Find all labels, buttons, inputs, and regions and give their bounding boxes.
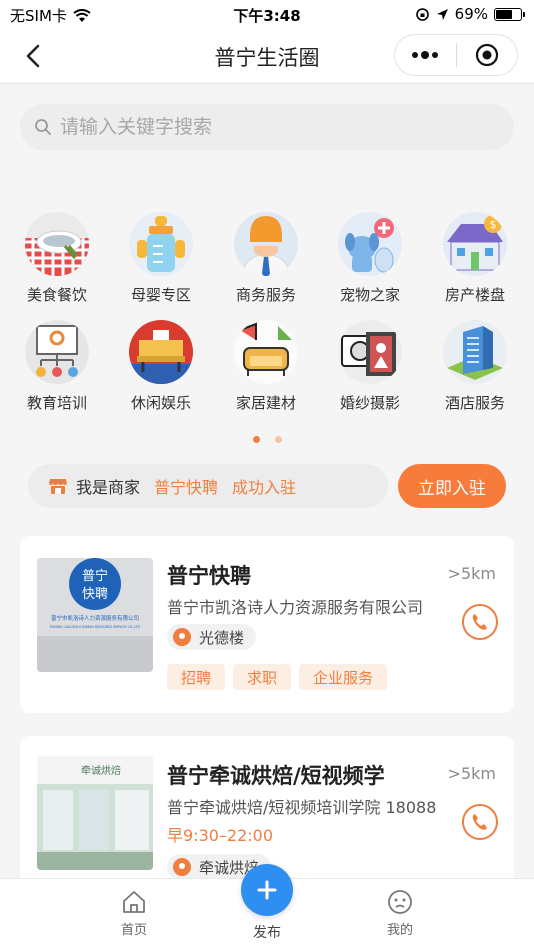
battery-fill <box>496 9 512 19</box>
merchant-highlight-status: 成功入驻 <box>232 478 297 497</box>
merchant-highlight-name: 普宁快聘 <box>154 478 219 497</box>
close-miniprogram-button[interactable] <box>457 35 518 75</box>
phone-icon <box>472 614 487 630</box>
location-pin-icon <box>173 858 191 876</box>
tab-mine[interactable]: 我的 <box>360 889 440 938</box>
tab-home[interactable]: 首页 <box>94 889 174 938</box>
category-housing[interactable]: $ 房产楼盘 <box>425 212 525 305</box>
business-icon <box>234 212 298 276</box>
more-dots-icon <box>412 51 439 59</box>
location-pin-icon <box>173 628 191 646</box>
call-button[interactable] <box>462 804 498 840</box>
listing-tags: 招聘 求职 企业服务 <box>167 664 388 690</box>
pager-dots <box>0 436 534 443</box>
nav-bar: 普宁生活圈 <box>0 28 534 84</box>
pager-dot[interactable] <box>274 436 282 443</box>
listing-distance: >5km <box>447 564 496 583</box>
thumb-sign: 牵诚烘焙 <box>81 764 121 777</box>
hotel-icon <box>443 320 507 384</box>
location-arrow-icon <box>436 8 448 20</box>
category-education[interactable]: 教育培训 <box>7 320 107 413</box>
publish-button[interactable] <box>241 864 293 916</box>
search-icon <box>35 119 51 135</box>
category-baby[interactable]: 母婴专区 <box>111 212 211 305</box>
status-bar: 无SIM卡 下午3:48 69% <box>0 0 534 28</box>
category-leisure[interactable]: 休闲娱乐 <box>111 320 211 413</box>
listing-location-text: 光德楼 <box>199 628 245 647</box>
listing-tag: 企业服务 <box>299 664 388 690</box>
miniprogram-capsule <box>394 34 518 76</box>
more-button[interactable] <box>395 35 456 75</box>
target-icon <box>475 43 498 67</box>
category-label: 母婴专区 <box>130 286 191 304</box>
tab-home-label: 首页 <box>120 923 147 938</box>
category-pet[interactable]: 宠物之家 <box>320 212 420 305</box>
listing-company: 普宁市凯洛诗人力资源服务有限公司 <box>167 598 424 617</box>
listing-thumbnail: 普宁 快聘 普宁市凯洛诗人力资源服务有限公司 PUNING CAILUOSHI … <box>37 558 153 672</box>
category-label: 商务服务 <box>235 286 296 304</box>
battery-icon <box>494 7 525 21</box>
search-bar[interactable] <box>20 104 514 150</box>
listing-thumbnail: 牵诚烘焙 <box>37 756 153 870</box>
battery-percent: 69% <box>454 5 488 23</box>
category-label: 婚纱摄影 <box>339 394 400 412</box>
food-icon <box>25 212 89 276</box>
listing-tag: 求职 <box>233 664 292 690</box>
home-icon <box>123 891 145 913</box>
merchant-banner: 我是商家 普宁快聘 成功入驻 立即入驻 <box>28 464 506 508</box>
camera-icon <box>338 320 402 384</box>
thumb-caption: 普宁市凯洛诗人力资源服务有限公司 <box>51 614 139 622</box>
search-input[interactable] <box>60 116 480 138</box>
svg-text:$: $ <box>490 218 497 231</box>
phone-icon <box>472 814 487 830</box>
category-home-building[interactable]: 家居建材 <box>216 320 316 413</box>
category-food[interactable]: 美食餐饮 <box>7 212 107 305</box>
education-icon <box>25 320 89 384</box>
listing-card[interactable]: 普宁 快聘 普宁市凯洛诗人力资源服务有限公司 PUNING CAILUOSHI … <box>20 536 514 713</box>
leisure-icon <box>129 320 193 384</box>
category-label: 美食餐饮 <box>26 286 87 304</box>
category-label: 酒店服务 <box>444 394 505 412</box>
listing-distance: >5km <box>447 764 496 783</box>
pet-icon <box>338 212 402 276</box>
status-right: 69% <box>415 5 525 23</box>
baby-bottle-icon <box>129 212 193 276</box>
thumb-text-1: 普宁 <box>82 568 108 584</box>
thumb-text-2: 快聘 <box>82 587 108 602</box>
orientation-lock-icon <box>415 7 429 21</box>
join-now-button[interactable]: 立即入驻 <box>398 464 506 508</box>
category-label: 休闲娱乐 <box>130 394 191 412</box>
call-button[interactable] <box>462 604 498 640</box>
listing-location[interactable]: 光德楼 <box>167 624 257 650</box>
merchant-label: 我是商家 <box>76 478 141 497</box>
house-icon: $ <box>443 212 507 276</box>
merchant-notice: 我是商家 普宁快聘 成功入驻 <box>28 464 388 508</box>
listing-company: 普宁牵诚烘焙/短视频培训学院 18088 <box>167 798 437 817</box>
category-label: 房产楼盘 <box>444 286 505 304</box>
tab-mine-label: 我的 <box>386 923 413 938</box>
listing-hours: 早9:30–22:00 <box>167 826 274 845</box>
thumb-caption-en: PUNING CAILUOSHI HUMAN RESOURCE SERVICE … <box>50 625 140 629</box>
shop-icon <box>49 479 67 494</box>
plus-icon <box>257 880 277 900</box>
category-business[interactable]: 商务服务 <box>216 212 316 305</box>
pager-dot-active[interactable] <box>252 436 260 443</box>
tab-publish-label: 发布 <box>253 925 281 941</box>
category-label: 宠物之家 <box>339 286 400 304</box>
category-label: 教育培训 <box>26 394 87 412</box>
listing-tag: 招聘 <box>167 664 226 690</box>
category-hotel[interactable]: 酒店服务 <box>425 320 525 413</box>
listing-name: 普宁快聘 <box>167 564 251 588</box>
listing-name: 普宁牵诚烘焙/短视频学 <box>167 764 385 788</box>
category-wedding-photo[interactable]: 婚纱摄影 <box>320 320 420 413</box>
face-icon <box>388 890 412 914</box>
category-label: 家居建材 <box>235 394 296 412</box>
sofa-icon <box>234 320 298 384</box>
